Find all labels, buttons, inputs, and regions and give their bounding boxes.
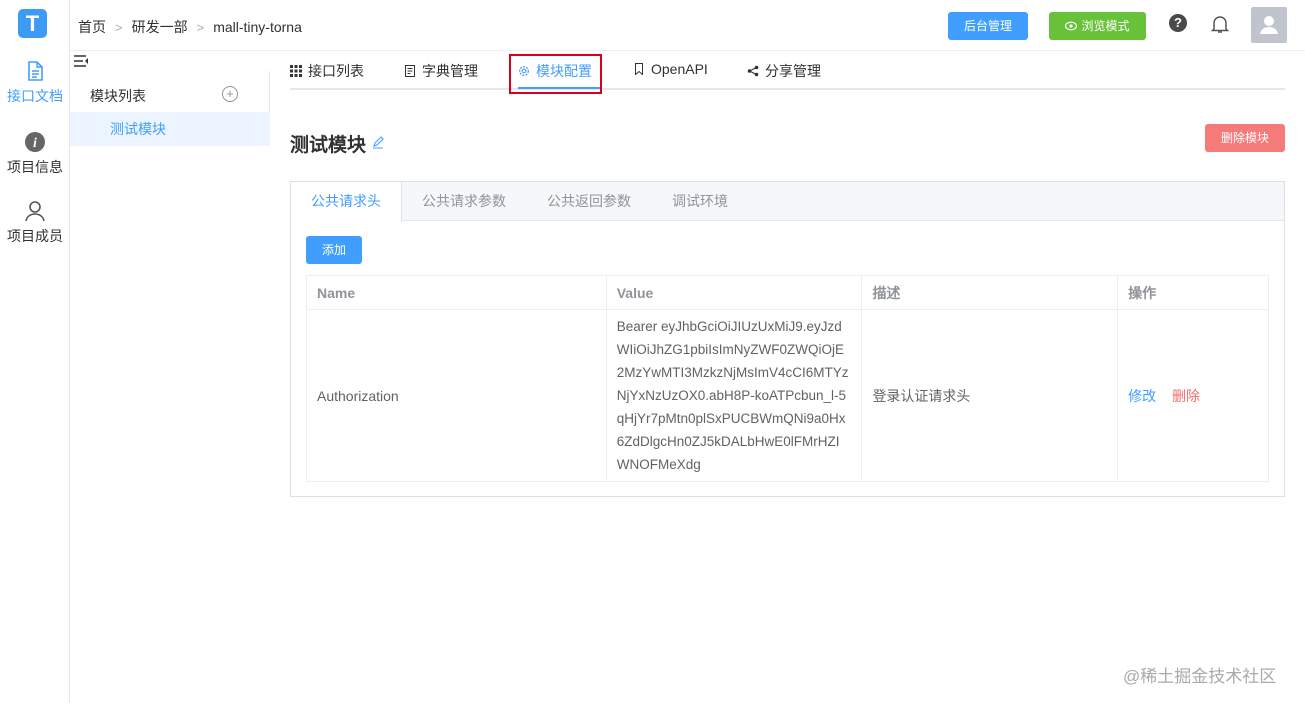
tab-label: 分享管理 [765, 63, 821, 79]
column-header-description: 描述 [861, 275, 1119, 310]
browse-mode-button[interactable]: 浏览模式 [1049, 12, 1146, 40]
book-icon [405, 65, 415, 77]
add-button[interactable]: 添加 [306, 236, 362, 264]
tab-common-headers[interactable]: 公共请求头 [291, 182, 402, 222]
cell-value: Bearer eyJhbGciOiJIUzUxMiJ9.eyJzdWIiOiJh… [605, 309, 863, 482]
delete-module-button[interactable]: 删除模块 [1205, 124, 1285, 152]
sidebar-divider [269, 71, 270, 113]
tab-openapi[interactable]: OpenAPI [633, 61, 708, 77]
tab-label: OpenAPI [651, 61, 708, 77]
eye-icon [1065, 21, 1078, 31]
edit-pencil-icon[interactable] [371, 135, 385, 149]
module-list-title: 模块列表 [90, 88, 146, 104]
tab-api-list[interactable]: 接口列表 [290, 61, 364, 81]
grid-icon [290, 65, 302, 77]
rail-item-project-info[interactable]: i 项目信息 [0, 131, 70, 177]
user-avatar-icon [1260, 16, 1278, 34]
svg-text:i: i [33, 136, 37, 151]
tab-common-params[interactable]: 公共请求参数 [402, 182, 526, 221]
module-list-item[interactable]: 测试模块 [70, 112, 270, 146]
tab-common-response[interactable]: 公共返回参数 [527, 182, 651, 221]
breadcrumb-project: mall-tiny-torna [213, 19, 302, 35]
avatar[interactable] [1251, 7, 1287, 43]
add-module-icon[interactable]: + [222, 86, 238, 102]
headers-table: Name Value 描述 操作 Authorization Bearer ey… [306, 275, 1269, 482]
info-icon: i [25, 132, 45, 152]
rail-item-api-docs[interactable]: 接口文档 [0, 60, 70, 106]
column-header-actions: 操作 [1117, 275, 1269, 310]
delete-link[interactable]: 删除 [1172, 388, 1200, 404]
table-header-row: Name Value 描述 操作 [306, 275, 1269, 310]
column-header-name: Name [306, 275, 607, 310]
admin-button[interactable]: 后台管理 [948, 12, 1028, 40]
module-sidebar: 模块列表 + 测试模块 [70, 51, 270, 703]
module-tabs: 接口列表 字典管理 模块配置 OpenAPI 分享管理 [290, 51, 1285, 90]
tab-share[interactable]: 分享管理 [747, 61, 821, 81]
document-icon [28, 61, 43, 81]
user-icon [25, 201, 45, 222]
cell-name: Authorization [306, 309, 607, 482]
collapse-menu-icon[interactable] [73, 54, 89, 68]
cell-actions: 修改 删除 [1117, 309, 1269, 482]
breadcrumb-separator: > [196, 19, 205, 35]
logo-letter: T [25, 11, 40, 36]
torna-logo[interactable]: T [18, 9, 47, 38]
header-value-text: Bearer eyJhbGciOiJIUzUxMiJ9.eyJzdWIiOiJh… [616, 319, 849, 472]
tab-dictionary[interactable]: 字典管理 [404, 61, 478, 81]
breadcrumb-separator: > [115, 19, 123, 35]
cell-description: 登录认证请求头 [861, 309, 1119, 482]
left-nav-rail: T 接口文档 i 项目信息 项目成员 [0, 0, 70, 703]
tab-label: 接口列表 [308, 63, 364, 79]
share-icon [747, 65, 759, 77]
help-icon[interactable]: ? [1169, 14, 1187, 32]
bell-icon[interactable] [1210, 14, 1230, 34]
config-tabs: 公共请求头 公共请求参数 公共返回参数 调试环境 [291, 182, 1284, 222]
bookmark-icon [635, 63, 643, 75]
top-header: 首页 > 研发一部 > mall-tiny-torna 后台管理 浏览模式 ? [70, 0, 1305, 51]
watermark: @稀土掘金技术社区 [1123, 667, 1277, 686]
rail-label-project-members: 项目成员 [7, 228, 63, 244]
browse-mode-label: 浏览模式 [1081, 19, 1130, 33]
module-config-card: 公共请求头 公共请求参数 公共返回参数 调试环境 添加 Name Value 描… [290, 181, 1285, 497]
column-header-value: Value [605, 275, 863, 310]
page-title: 测试模块 [290, 135, 367, 156]
breadcrumb-home[interactable]: 首页 [78, 17, 106, 37]
breadcrumb-space[interactable]: 研发一部 [132, 17, 188, 37]
edit-link[interactable]: 修改 [1128, 388, 1156, 404]
highlight-annotation-box [509, 54, 602, 94]
tab-debug-env[interactable]: 调试环境 [652, 182, 748, 221]
breadcrumb: 首页 > 研发一部 > mall-tiny-torna [78, 17, 302, 37]
rail-label-project-info: 项目信息 [7, 159, 63, 175]
rail-label-api-docs: 接口文档 [7, 88, 63, 104]
rail-item-project-members[interactable]: 项目成员 [0, 200, 70, 246]
tab-label: 字典管理 [422, 63, 478, 79]
table-row: Authorization Bearer eyJhbGciOiJIUzUxMiJ… [306, 309, 1269, 482]
